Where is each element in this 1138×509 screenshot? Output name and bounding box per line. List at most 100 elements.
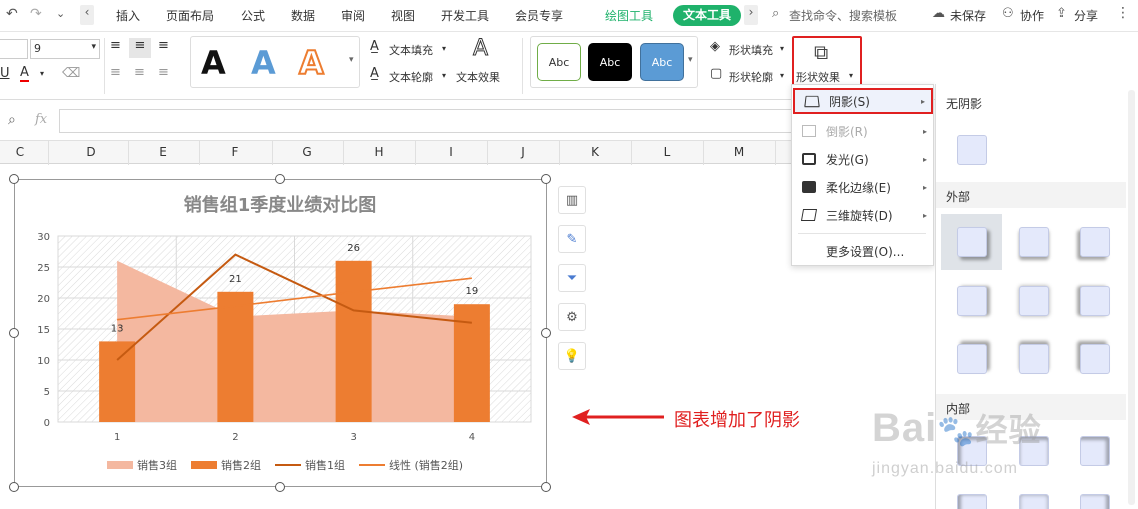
column-header-j[interactable]: J	[513, 145, 533, 159]
chart-elements-button[interactable]: ▥	[558, 186, 586, 214]
legend-entry[interactable]: 销售3组	[137, 458, 177, 472]
resize-handle[interactable]	[275, 174, 285, 184]
menu-item-reflection[interactable]: 倒影(R) ▸	[792, 118, 933, 144]
column-header-k[interactable]: K	[585, 145, 605, 159]
chevron-down-icon[interactable]: ▾	[442, 44, 446, 53]
share-button[interactable]: 分享	[1074, 7, 1098, 24]
quick-access-more-icon[interactable]: ⌄	[56, 7, 65, 20]
shadow-option-inner-6[interactable]	[1080, 494, 1110, 509]
shadow-option-outer-2[interactable]	[1019, 227, 1049, 257]
shadow-option-outer-1[interactable]	[957, 227, 987, 257]
bar-sales2[interactable]	[335, 260, 372, 422]
shape-outline-button[interactable]: 形状轮廓	[729, 69, 773, 85]
resize-handle[interactable]	[541, 174, 551, 184]
shape-style-black[interactable]: Abc	[588, 43, 632, 81]
shape-style-blue[interactable]: Abc	[640, 43, 684, 81]
tab-data[interactable]: 数据	[291, 7, 315, 24]
gallery-more-icon[interactable]: ▾	[349, 55, 354, 65]
chevron-down-icon[interactable]: ▾	[780, 44, 784, 53]
collab-button[interactable]: 协作	[1020, 7, 1044, 24]
fx-label[interactable]: fx	[35, 112, 47, 127]
wordart-style-orange-outline[interactable]: A	[298, 46, 325, 80]
column-header-f[interactable]: F	[225, 145, 245, 159]
align-top-icon[interactable]: ≡	[110, 38, 121, 53]
resize-handle[interactable]	[275, 482, 285, 492]
unsaved-status[interactable]: 未保存	[950, 7, 986, 24]
column-header-l[interactable]: L	[657, 145, 677, 159]
shape-fill-button[interactable]: 形状填充	[729, 42, 773, 58]
gallery-more-icon[interactable]: ▾	[688, 55, 693, 65]
resize-handle[interactable]	[541, 482, 551, 492]
tab-formula[interactable]: 公式	[241, 7, 265, 24]
column-header-h[interactable]: H	[369, 145, 389, 159]
chevron-down-icon[interactable]: ▾	[780, 71, 784, 80]
tab-page-layout[interactable]: 页面布局	[166, 7, 214, 24]
column-header-g[interactable]: G	[297, 145, 317, 159]
shadow-option-outer-3[interactable]	[1080, 227, 1110, 257]
tab-drawing-tools[interactable]: 绘图工具	[605, 7, 653, 24]
font-size-select[interactable]: 9 ▾	[30, 39, 100, 59]
shadow-option-outer-6[interactable]	[1080, 286, 1110, 316]
menu-item-more-settings[interactable]: 更多设置(O)...	[792, 238, 933, 264]
tab-review[interactable]: 审阅	[341, 7, 365, 24]
bar-sales2[interactable]	[99, 341, 136, 422]
shadow-option-outer-4[interactable]	[957, 286, 987, 316]
chart-style-button[interactable]: ✎	[558, 225, 586, 253]
undo-icon[interactable]: ↶	[6, 6, 18, 22]
underline-icon[interactable]: U	[0, 66, 10, 81]
gallery-scrollbar[interactable]	[1128, 90, 1135, 505]
text-effect-icon[interactable]: A	[472, 36, 488, 62]
column-header-m[interactable]: M	[729, 145, 749, 159]
shadow-option-outer-7[interactable]	[957, 344, 987, 374]
align-middle-icon[interactable]: ≡	[129, 38, 151, 58]
chart-settings-button[interactable]: ⚙	[558, 303, 586, 331]
chevron-down-icon[interactable]: ▾	[442, 71, 446, 80]
shadow-option-outer-8[interactable]	[1019, 344, 1049, 374]
column-header-i[interactable]: I	[441, 145, 461, 159]
formula-input[interactable]	[59, 109, 795, 133]
search-command-input[interactable]: 查找命令、搜索模板	[789, 7, 897, 24]
clear-format-icon[interactable]: ⌫	[62, 66, 80, 81]
menu-item-3d-rotation[interactable]: 三维旋转(D) ▸	[792, 202, 933, 228]
chart-tips-button[interactable]: 💡	[558, 342, 586, 370]
shadow-option-inner-3[interactable]	[1080, 436, 1110, 466]
legend-entry[interactable]: 线性 (销售2组)	[389, 458, 463, 472]
column-header-c[interactable]: C	[10, 145, 30, 159]
align-right-icon[interactable]: ≡	[158, 65, 169, 80]
shadow-option-inner-5[interactable]	[1019, 494, 1049, 509]
text-effect-button[interactable]: 文本效果	[456, 69, 500, 85]
chart-title[interactable]: 销售组1季度业绩对比图	[184, 194, 377, 216]
font-color-icon[interactable]: A	[20, 65, 29, 82]
tab-scroll-right-icon[interactable]: ›	[744, 5, 758, 25]
wordart-style-blue[interactable]: A	[251, 47, 276, 79]
shadow-option-outer-9[interactable]	[1080, 344, 1110, 374]
align-bottom-icon[interactable]: ≡	[158, 38, 169, 53]
bar-sales2[interactable]	[217, 291, 254, 422]
legend-entry[interactable]: 销售1组	[305, 458, 345, 472]
chart-object[interactable]: 销售组1季度业绩对比图 0 5 10 15 20 25 30 13 21 26 19 1 2 3 4 销售3组…	[14, 179, 547, 487]
tab-developer[interactable]: 开发工具	[441, 7, 489, 24]
resize-handle[interactable]	[9, 174, 19, 184]
resize-handle[interactable]	[9, 482, 19, 492]
wordart-style-black[interactable]: A	[201, 47, 226, 79]
redo-icon[interactable]: ↷	[30, 6, 42, 22]
column-header-e[interactable]: E	[153, 145, 173, 159]
menu-item-soft-edges[interactable]: 柔化边缘(E) ▸	[792, 174, 933, 200]
zoom-icon[interactable]: ⌕	[8, 112, 16, 128]
resize-handle[interactable]	[9, 328, 19, 338]
tab-text-tools[interactable]: 文本工具	[673, 5, 741, 26]
tab-insert[interactable]: 插入	[116, 7, 140, 24]
shadow-option-none[interactable]	[957, 135, 987, 165]
text-fill-button[interactable]: 文本填充	[389, 42, 433, 58]
shadow-option-inner-4[interactable]	[957, 494, 987, 509]
menu-item-shadow[interactable]: 阴影(S) ▸	[793, 88, 933, 114]
font-name-select[interactable]	[0, 39, 28, 59]
more-menu-icon[interactable]: ⋮	[1116, 5, 1130, 21]
shadow-option-outer-5[interactable]	[1019, 286, 1049, 316]
shape-style-green-outline[interactable]: Abc	[537, 43, 581, 81]
shape-effect-button[interactable]: ⧉ 形状效果 ▾	[792, 36, 862, 88]
chart-filter-button[interactable]: ⏷	[558, 264, 586, 292]
tab-member[interactable]: 会员专享	[515, 7, 563, 24]
chevron-down-icon[interactable]: ▾	[40, 69, 44, 78]
menu-item-glow[interactable]: 发光(G) ▸	[792, 146, 933, 172]
